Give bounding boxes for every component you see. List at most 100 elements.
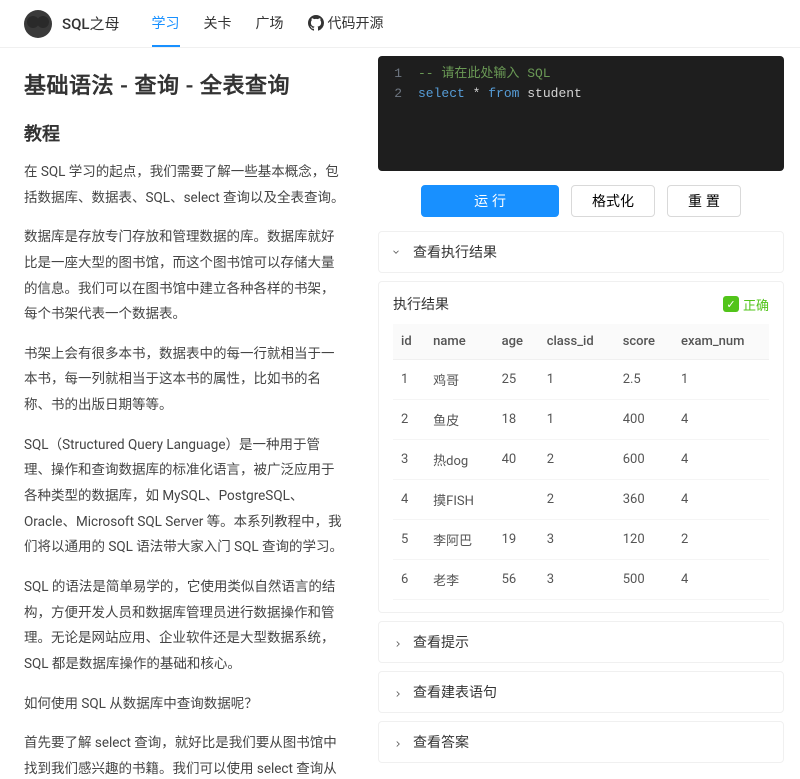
editor-line: 1-- 请在此处输入 SQL [378, 64, 784, 84]
table-cell: 4 [673, 560, 769, 600]
tutorial-paragraph: SQL（Structured Query Language）是一种用于管理、操作… [24, 433, 346, 561]
accordion-header[interactable]: 查看提示 [379, 622, 783, 662]
app-logo [24, 10, 52, 38]
accordion-0: 查看提示 [378, 621, 784, 663]
table-cell: 2 [673, 520, 769, 560]
tutorial-content: 在 SQL 学习的起点，我们需要了解一些基本概念，包括数据库、数据表、SQL、s… [24, 160, 346, 779]
accordion-2: 查看答案 [378, 721, 784, 763]
table-cell: 3 [539, 520, 615, 560]
table-header-cell: age [494, 324, 539, 360]
nav-tab-1[interactable]: 关卡 [204, 1, 232, 47]
table-row: 3热dog4026004 [393, 440, 769, 480]
table-row: 1鸡哥2512.51 [393, 360, 769, 400]
accordion-header[interactable]: 查看建表语句 [379, 672, 783, 712]
action-bar: 运 行 格式化 重 置 [378, 185, 784, 217]
tutorial-heading: 教程 [24, 120, 346, 146]
sql-editor[interactable]: 1-- 请在此处输入 SQL2select * from student [378, 56, 784, 171]
table-cell: 鱼皮 [425, 400, 493, 440]
reset-button[interactable]: 重 置 [667, 185, 741, 217]
table-cell: 120 [615, 520, 673, 560]
table-cell: 1 [539, 360, 615, 400]
table-cell: 热dog [425, 440, 493, 480]
table-cell [494, 480, 539, 520]
result-table: idnameageclass_idscoreexam_num 1鸡哥2512.5… [393, 324, 769, 600]
result-header: 执行结果 ✓ 正确 [393, 294, 769, 314]
table-cell: 5 [393, 520, 425, 560]
lesson-title: 基础语法 - 查询 - 全表查询 [24, 68, 346, 100]
line-number: 1 [378, 64, 418, 84]
accordion-header[interactable]: 查看答案 [379, 722, 783, 762]
table-row: 5李阿巴1931202 [393, 520, 769, 560]
results-accordion-label: 查看执行结果 [413, 242, 497, 262]
tutorial-paragraph: SQL 的语法是简单易学的，它使用类似自然语言的结构，方便开发人员和数据库管理员… [24, 575, 346, 678]
accordion-1: 查看建表语句 [378, 671, 784, 713]
table-cell: 500 [615, 560, 673, 600]
tutorial-paragraph: 在 SQL 学习的起点，我们需要了解一些基本概念，包括数据库、数据表、SQL、s… [24, 160, 346, 211]
table-cell: 2 [539, 440, 615, 480]
line-number: 2 [378, 84, 418, 104]
tutorial-paragraph: 首先要了解 select 查询，就好比是我们要从图书馆中找到我们感兴趣的书籍。我… [24, 731, 346, 779]
result-badge-text: 正确 [743, 295, 769, 314]
table-header-cell: score [615, 324, 673, 360]
nav-tab-3[interactable]: 代码开源 [308, 1, 384, 47]
table-cell: 4 [673, 440, 769, 480]
main-layout: 基础语法 - 查询 - 全表查询 教程 在 SQL 学习的起点，我们需要了解一些… [0, 48, 800, 779]
result-title: 执行结果 [393, 294, 449, 314]
editor-line: 2select * from student [378, 84, 784, 104]
table-cell: 56 [494, 560, 539, 600]
chevron-down-icon [393, 247, 403, 257]
results-accordion: 查看执行结果 [378, 231, 784, 273]
results-accordion-header[interactable]: 查看执行结果 [379, 232, 783, 272]
table-cell: 3 [393, 440, 425, 480]
chevron-right-icon [393, 637, 403, 647]
app-title: SQL之母 [62, 13, 120, 34]
table-row: 6老李5635004 [393, 560, 769, 600]
table-cell: 4 [673, 400, 769, 440]
accordion-label: 查看建表语句 [413, 682, 497, 702]
table-cell: 3 [539, 560, 615, 600]
nav-tabs: 学习关卡广场代码开源 [152, 1, 384, 47]
table-cell: 鸡哥 [425, 360, 493, 400]
tutorial-paragraph: 数据库是存放专门存放和管理数据的库。数据库就好比是一座大型的图书馆，而这个图书馆… [24, 225, 346, 328]
nav-tab-2[interactable]: 广场 [256, 1, 284, 47]
app-header: SQL之母 学习关卡广场代码开源 [0, 0, 800, 48]
table-row: 4摸FISH23604 [393, 480, 769, 520]
table-cell: 2 [539, 480, 615, 520]
table-cell: 6 [393, 560, 425, 600]
table-cell: 40 [494, 440, 539, 480]
tutorial-paragraph: 书架上会有很多本书，数据表中的每一行就相当于一本书，每一列就相当于这本书的属性，… [24, 342, 346, 419]
table-cell: 400 [615, 400, 673, 440]
table-header-cell: class_id [539, 324, 615, 360]
table-cell: 摸FISH [425, 480, 493, 520]
table-cell: 1 [673, 360, 769, 400]
table-cell: 18 [494, 400, 539, 440]
table-cell: 4 [393, 480, 425, 520]
table-cell: 360 [615, 480, 673, 520]
table-cell: 2 [393, 400, 425, 440]
result-badge: ✓ 正确 [723, 295, 769, 314]
tutorial-paragraph: 如何使用 SQL 从数据库中查询数据呢？ [24, 692, 346, 718]
check-icon: ✓ [723, 296, 739, 312]
nav-tab-0[interactable]: 学习 [152, 1, 180, 47]
table-cell: 1 [539, 400, 615, 440]
result-card: 执行结果 ✓ 正确 idnameageclass_idscoreexam_num… [378, 281, 784, 613]
chevron-right-icon [393, 737, 403, 747]
table-cell: 1 [393, 360, 425, 400]
table-cell: 19 [494, 520, 539, 560]
table-cell: 2.5 [615, 360, 673, 400]
accordion-label: 查看提示 [413, 632, 469, 652]
table-header-cell: id [393, 324, 425, 360]
table-row: 2鱼皮1814004 [393, 400, 769, 440]
line-content: select * from student [418, 84, 784, 104]
line-content: -- 请在此处输入 SQL [418, 64, 784, 84]
accordion-label: 查看答案 [413, 732, 469, 752]
editor-panel: 1-- 请在此处输入 SQL2select * from student 运 行… [370, 48, 800, 779]
table-cell: 老李 [425, 560, 493, 600]
table-cell: 李阿巴 [425, 520, 493, 560]
table-header-cell: name [425, 324, 493, 360]
table-header-cell: exam_num [673, 324, 769, 360]
format-button[interactable]: 格式化 [571, 185, 655, 217]
chevron-right-icon [393, 687, 403, 697]
table-cell: 600 [615, 440, 673, 480]
run-button[interactable]: 运 行 [421, 185, 559, 217]
